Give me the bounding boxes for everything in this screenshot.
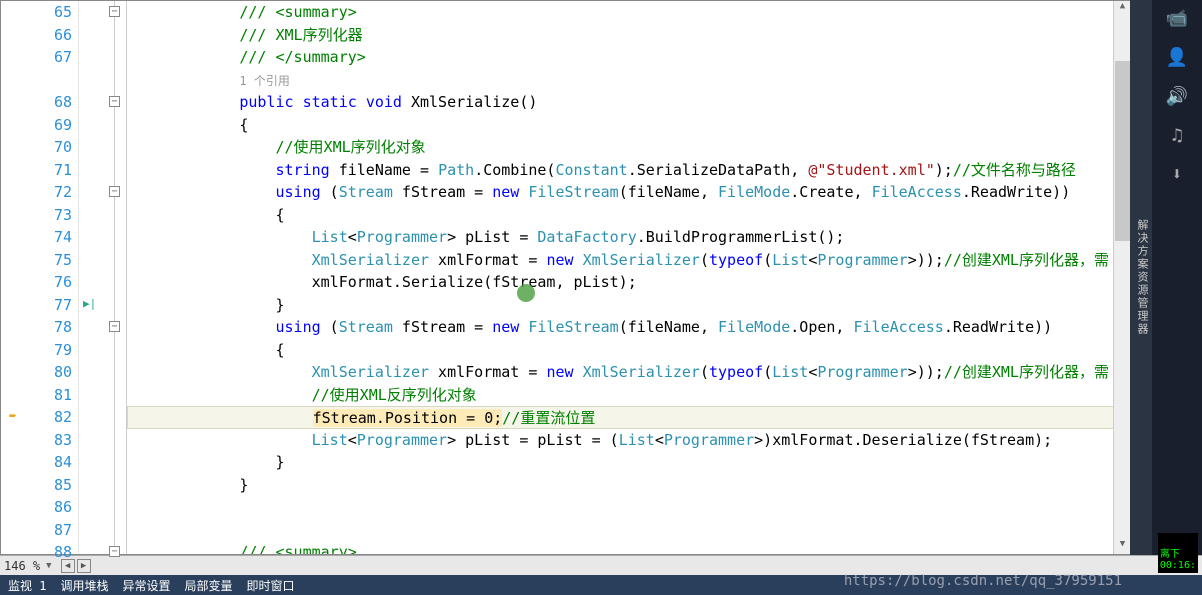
scroll-up-arrow[interactable]: ▲ (1115, 1, 1130, 16)
solution-explorer-tab[interactable]: 解决方案资源管理器 (1130, 0, 1152, 555)
references-hint[interactable]: 1 个引用 (239, 74, 289, 88)
fold-toggle[interactable]: − (109, 6, 120, 17)
fold-toggle[interactable]: − (109, 546, 120, 557)
line-number[interactable]: 67 (1, 46, 72, 69)
scrollbar-thumb[interactable] (1115, 61, 1130, 241)
line-number[interactable]: 78 (1, 316, 72, 339)
line-number[interactable]: 81 (1, 384, 72, 407)
line-number[interactable]: 69 (1, 114, 72, 137)
line-number[interactable]: 80 (1, 361, 72, 384)
timer-display: 离下 00:16: (1158, 533, 1198, 573)
line-number[interactable]: 72 (1, 181, 72, 204)
current-execution-line[interactable]: fStream.Position = 0;//重置流位置 (127, 406, 1201, 429)
line-number[interactable]: 87 (1, 519, 72, 542)
download-icon[interactable]: ⬇ (1172, 164, 1183, 185)
code-area[interactable]: /// <summary> /// XML序列化器 /// </summary>… (127, 1, 1201, 554)
line-number[interactable]: ➨82 (1, 406, 72, 429)
fold-column: − − − ▶| − − (79, 1, 127, 554)
line-number[interactable]: 77 (1, 294, 72, 317)
line-number[interactable]: 73 (1, 204, 72, 227)
current-line-arrow-icon: ➨ (9, 406, 17, 429)
line-number[interactable]: 83 (1, 429, 72, 452)
callstack-tab[interactable]: 调用堆栈 (60, 577, 108, 594)
right-toolbar: 📹 👤 🔊 ♫ ⬇ (1152, 0, 1202, 555)
line-number[interactable]: 84 (1, 451, 72, 474)
code-editor: 65 66 67 68 69 70 71 72 73 74 75 76 77 7… (0, 0, 1202, 555)
user-icon[interactable]: 👤 (1166, 47, 1188, 68)
line-number[interactable]: 85 (1, 474, 72, 497)
line-number[interactable]: 66 (1, 24, 72, 47)
line-number (1, 69, 72, 92)
line-number[interactable]: 74 (1, 226, 72, 249)
locals-tab[interactable]: 局部变量 (184, 577, 232, 594)
watch-tab[interactable]: 监视 1 (8, 577, 46, 594)
play-marker-icon: ▶| (83, 297, 96, 310)
fold-toggle[interactable]: − (109, 186, 120, 197)
line-number[interactable]: 65 (1, 1, 72, 24)
fold-toggle[interactable]: − (109, 321, 120, 332)
vertical-scrollbar[interactable]: ▲ ▼ (1113, 1, 1130, 554)
line-number[interactable]: 76 (1, 271, 72, 294)
line-number[interactable]: 86 (1, 496, 72, 519)
watermark-text: https://blog.csdn.net/qq_37959151 (844, 573, 1122, 589)
line-number[interactable]: 79 (1, 339, 72, 362)
text-cursor-icon (517, 284, 535, 302)
line-number[interactable]: 71 (1, 159, 72, 182)
line-number[interactable]: 68 (1, 91, 72, 114)
right-panel: 解决方案资源管理器 📹 👤 🔊 ♫ ⬇ (1130, 0, 1202, 555)
line-number-gutter: 65 66 67 68 69 70 71 72 73 74 75 76 77 7… (1, 1, 79, 554)
scroll-down-arrow[interactable]: ▼ (1115, 539, 1130, 554)
editor-bottom-bar: 146 % ▼ ◀ ▶ (0, 555, 1202, 575)
line-number[interactable]: 88 (1, 541, 72, 564)
sound-icon[interactable]: 🔊 (1166, 86, 1188, 107)
music-icon[interactable]: ♫ (1172, 125, 1183, 146)
immediate-tab[interactable]: 即时窗口 (247, 577, 295, 594)
line-number[interactable]: 75 (1, 249, 72, 272)
line-number[interactable]: 70 (1, 136, 72, 159)
fold-toggle[interactable]: − (109, 96, 120, 107)
exception-tab[interactable]: 异常设置 (122, 577, 170, 594)
scroll-right-arrow[interactable]: ▶ (77, 559, 91, 573)
video-icon[interactable]: 📹 (1166, 8, 1188, 29)
